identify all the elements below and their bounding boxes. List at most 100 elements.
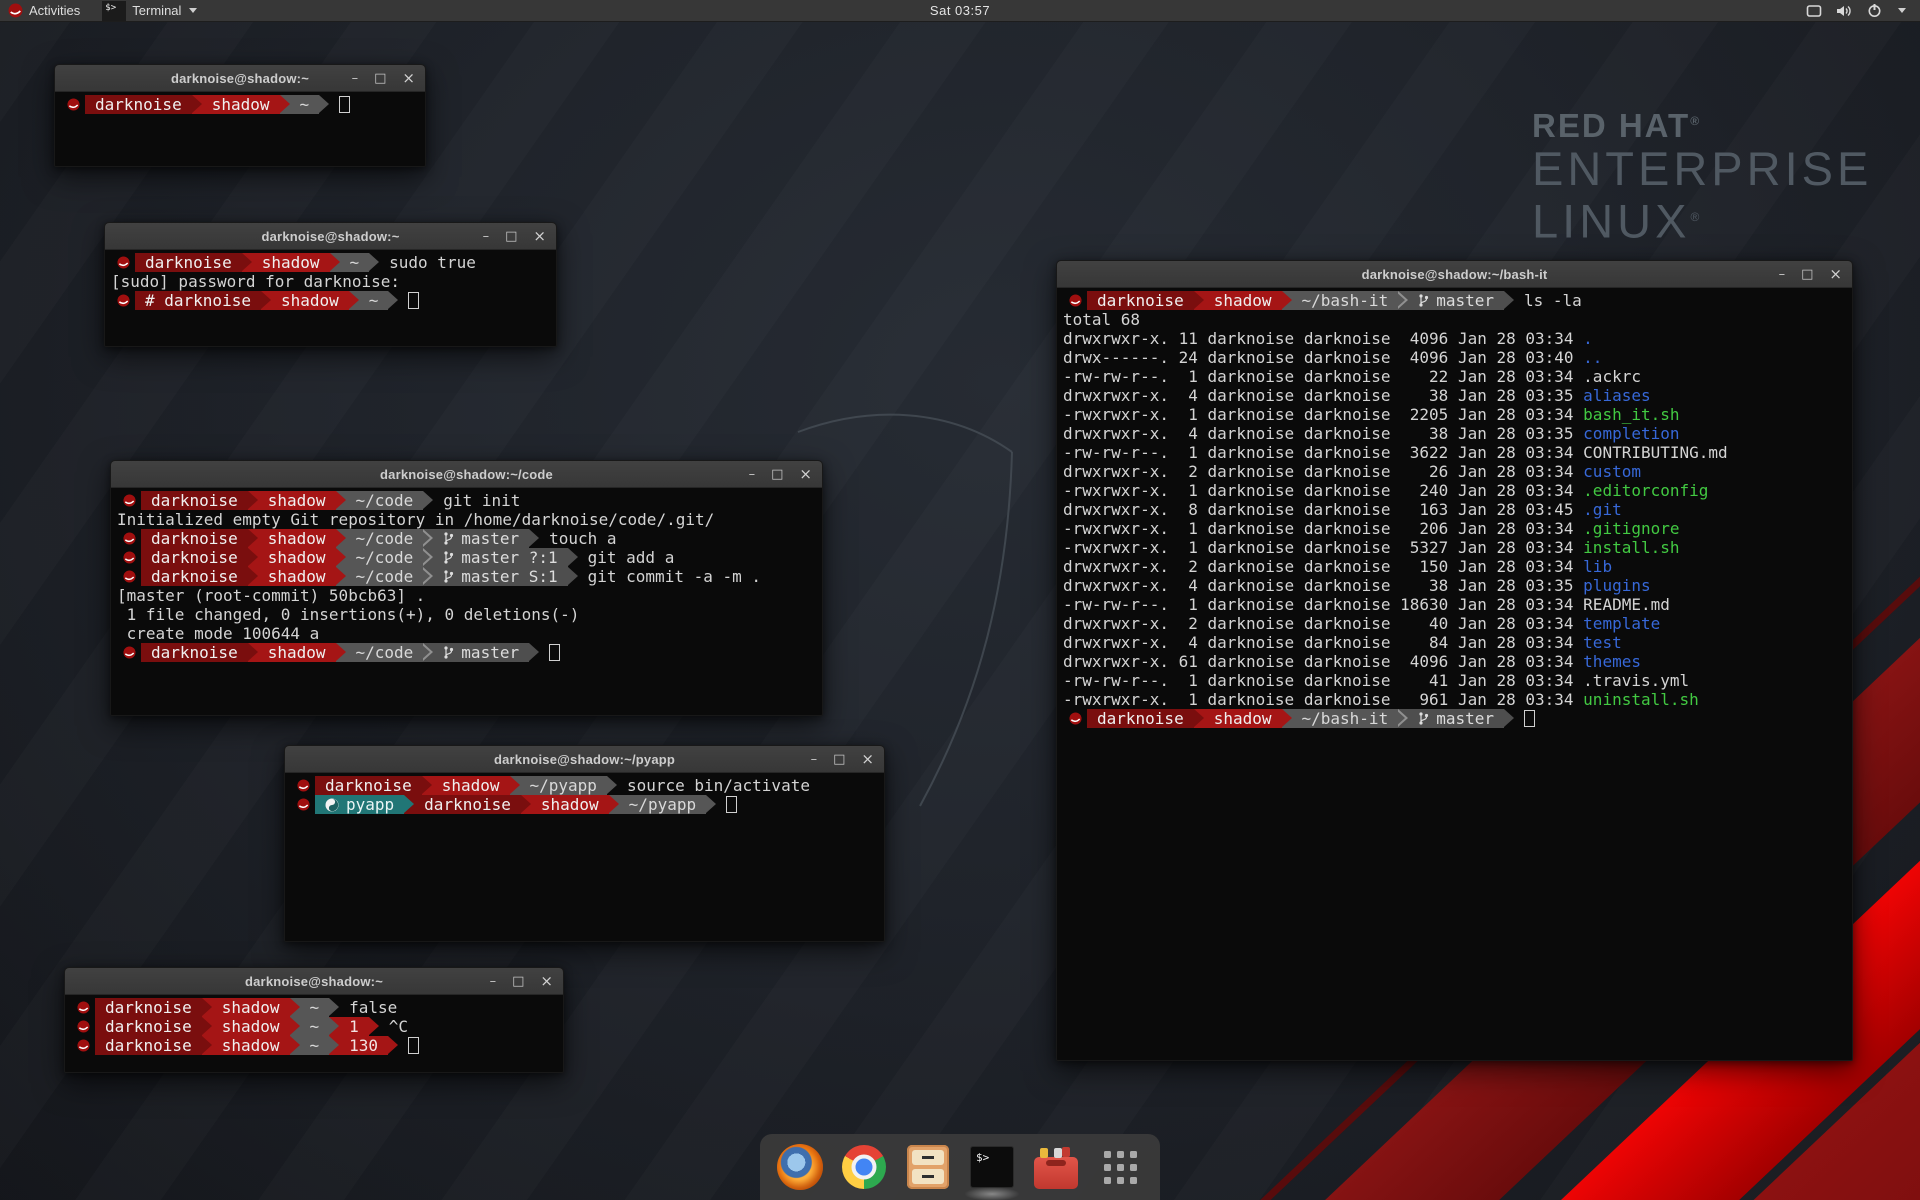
prompt-segment-branch: master [1408,291,1504,310]
powerline-separator [336,529,346,548]
terminal-text: 1 file changed, 0 insertions(+), 0 delet… [117,605,579,624]
close-button[interactable]: × [540,974,553,989]
prompt-segment-host: shadow [531,795,609,814]
powerline-separator [423,643,433,662]
close-button[interactable]: × [1829,267,1842,282]
wallpaper-arc [798,415,1012,452]
maximize-button[interactable]: □ [1801,268,1813,281]
activities-button[interactable]: Activities [0,0,92,21]
terminal-text-line: -rwxrwxr-x. 1 darknoise darknoise 240 Ja… [1063,481,1852,500]
dock-item-app-grid[interactable] [1096,1143,1144,1191]
prompt-command: git init [443,491,520,510]
prompt-hat [291,795,315,814]
terminal-text-line: drwxrwxr-x. 2 darknoise darknoise 150 Ja… [1063,557,1852,576]
window-titlebar[interactable]: darknoise@shadow:~–□× [55,65,425,92]
close-button[interactable]: × [799,467,812,482]
prompt-line: darknoiseshadow~/codemaster S:1git commi… [117,567,822,586]
prompt-segment-user: darknoise [1087,709,1194,728]
prompt-segment-path: ~/code [346,548,424,567]
prompt-command: git commit -a -m . [588,567,761,586]
dock-item-toolbox[interactable] [1032,1143,1080,1191]
powerline-separator [329,998,339,1017]
git-branch-icon [443,550,454,565]
powerline-separator [1504,291,1514,310]
dock-item-files[interactable] [904,1143,952,1191]
close-button[interactable]: × [533,229,546,244]
dock-item-terminal[interactable]: $> [968,1143,1016,1191]
minimize-button[interactable]: – [352,72,359,85]
brand-line-redhat: RED HAT® [1532,103,1872,144]
prompt-segment-path: ~/pyapp [520,776,607,795]
minimize-button[interactable]: – [490,975,497,988]
powerline-separator [404,795,414,814]
terminal-content[interactable]: darknoiseshadow~/pyappsource bin/activat… [285,773,884,941]
powerline-separator [1194,709,1204,728]
terminal-window-t1[interactable]: darknoise@shadow:~–□×darknoiseshadow~ [54,64,426,167]
prompt-segment-host: shadow [258,567,336,586]
prompt-command: false [349,998,397,1017]
prompt-segment-path: ~/code [346,529,424,548]
terminal-text: .ackrc [1583,367,1641,386]
chrome-icon [842,1145,886,1189]
minimize-button[interactable]: – [483,230,490,243]
window-title: darknoise@shadow:~ [261,229,399,244]
terminal-text: drwxrwxr-x. 4 darknoise darknoise 38 Jan… [1063,386,1583,405]
prompt-segment-host: shadow [202,95,280,114]
prompt-segment-user: darknoise [135,253,242,272]
window-titlebar[interactable]: darknoise@shadow:~/pyapp–□× [285,746,884,773]
prompt-command: ls -la [1524,291,1582,310]
close-button[interactable]: × [402,71,415,86]
terminal-text-line: drwxrwxr-x. 4 darknoise darknoise 84 Jan… [1063,633,1852,652]
maximize-button[interactable]: □ [833,753,845,766]
terminal-content[interactable]: darknoiseshadow~ [55,92,425,166]
powerline-separator [609,795,619,814]
terminal-text: .git [1583,500,1622,519]
terminal-window-t5[interactable]: darknoise@shadow:~–□×darknoiseshadow~fal… [64,967,564,1073]
powerline-separator [336,643,346,662]
maximize-button[interactable]: □ [374,72,386,85]
powerline-separator [568,548,578,567]
terminal-content[interactable]: darknoiseshadow~falsedarknoiseshadow~1^C… [65,995,563,1072]
minimize-button[interactable]: – [749,468,756,481]
terminal-text: .travis.yml [1583,671,1689,690]
prompt-command: touch a [549,529,616,548]
prompt-segment-user: darknoise [95,998,202,1017]
display-icon [1806,4,1822,18]
maximize-button[interactable]: □ [505,230,517,243]
clock[interactable]: Sat 03:57 [930,3,990,18]
terminal-text-line: -rw-rw-r--. 1 darknoise darknoise 3622 J… [1063,443,1852,462]
status-area[interactable] [1806,0,1920,21]
terminal-window-t2[interactable]: darknoise@shadow:~ – □ × darknoiseshadow~sud… [104,222,557,347]
dock-item-firefox[interactable] [776,1143,824,1191]
terminal-content[interactable]: darknoiseshadow~sudo true[sudo] password… [105,250,556,346]
terminal-window-t6[interactable]: darknoise@shadow:~/bash-it–□×darknoisesh… [1056,260,1853,1061]
window-titlebar[interactable]: darknoise@shadow:~–□× [65,968,563,995]
terminal-text: drwxrwxr-x. 8 darknoise darknoise 163 Ja… [1063,500,1583,519]
powerline-separator [423,491,433,510]
terminal-text: -rwxrwxr-x. 1 darknoise darknoise 5327 J… [1063,538,1583,557]
app-menu-terminal[interactable]: $> Terminal [92,0,207,21]
terminal-content[interactable]: darknoiseshadow~/codegit initInitialized… [111,488,822,715]
prompt-segment-user: darknoise [95,1017,202,1036]
chevron-down-icon [1898,8,1906,13]
prompt-line: darknoiseshadow~sudo true [111,253,556,272]
window-titlebar[interactable]: darknoise@shadow:~ – □ × [105,223,556,250]
minimize-button[interactable]: – [811,753,818,766]
powerline-separator [510,776,520,795]
window-titlebar[interactable]: darknoise@shadow:~/bash-it–□× [1057,261,1852,288]
maximize-button[interactable]: □ [512,975,524,988]
terminal-content[interactable]: darknoiseshadow~/bash-itmasterls -latota… [1057,288,1852,1060]
terminal-window-t4[interactable]: darknoise@shadow:~/pyapp–□×darknoiseshad… [284,745,885,942]
terminal-window-t3[interactable]: darknoise@shadow:~/code–□×darknoiseshado… [110,460,823,716]
powerline-separator [423,567,433,586]
terminal-text: custom [1583,462,1641,481]
terminal-text-line: total 68 [1063,310,1852,329]
prompt-segment-path: ~ [359,291,389,310]
dock-item-chrome[interactable] [840,1143,888,1191]
close-button[interactable]: × [861,752,874,767]
window-titlebar[interactable]: darknoise@shadow:~/code–□× [111,461,822,488]
redhat-icon [117,256,130,269]
maximize-button[interactable]: □ [771,468,783,481]
redhat-icon [123,570,136,583]
minimize-button[interactable]: – [1779,268,1786,281]
